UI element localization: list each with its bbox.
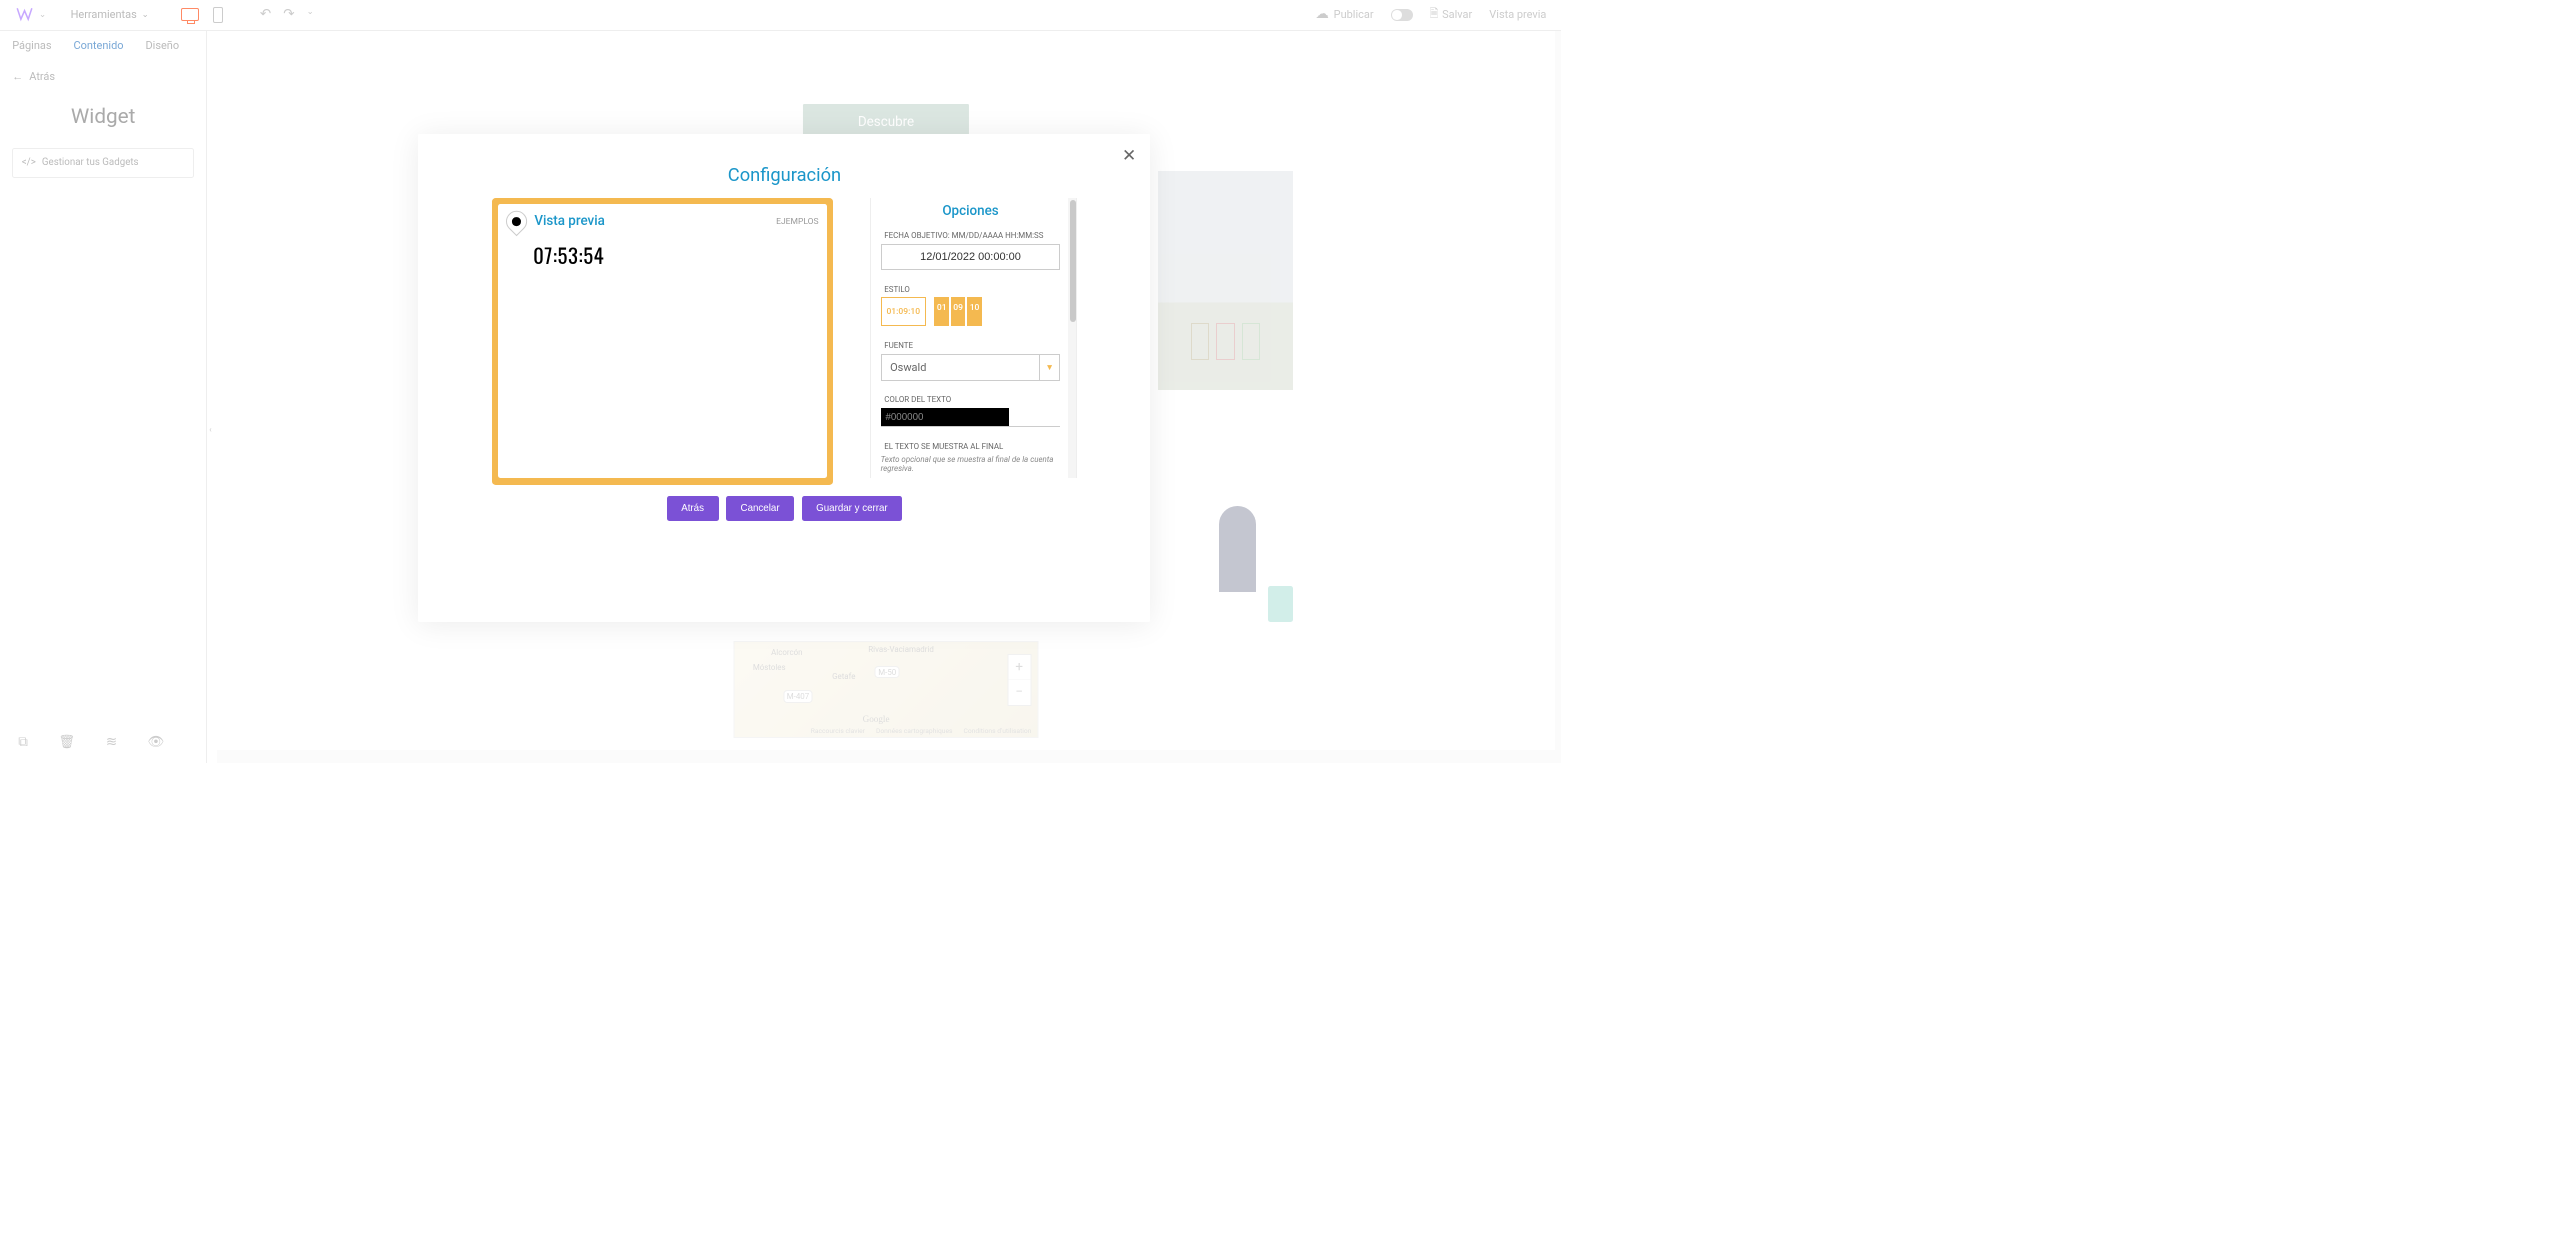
panel-collapse-handle[interactable]: ‹ [207,415,213,446]
end-text-group: EL TEXTO SE MUESTRA AL FINAL Texto opcio… [881,442,1061,473]
save-action[interactable]: 🗎 Salvar [1430,5,1473,24]
target-date-group: FECHA OBJETIVO: MM/DD/AAAA HH:MM:SS [881,231,1061,270]
style-block: 10 [967,297,982,326]
device-switcher [179,4,229,26]
options-scrollbar-thumb[interactable] [1070,200,1076,322]
tab-pages[interactable]: Páginas [12,39,51,52]
options-title: Opciones [881,204,1061,219]
options-scrollbar-track[interactable] [1068,198,1077,479]
text-color-label: COLOR DEL TEXTO [881,395,1061,404]
mobile-view-button[interactable] [207,4,229,26]
style-block: 09 [951,297,966,326]
color-input-row [881,408,1061,427]
history-dropdown-icon[interactable]: ⌄ [307,7,314,22]
end-text-label: EL TEXTO SE MUESTRA AL FINAL [881,442,1061,451]
options-scroll-area: Opciones FECHA OBJETIVO: MM/DD/AAAA HH:M… [871,198,1076,479]
style-options: 01:09:10 01 09 10 [881,297,1061,326]
save-close-button[interactable]: Guardar y cerrar [802,496,903,522]
modal-buttons: Atrás Cancelar Guardar y cerrar [418,496,1150,522]
left-panel-footer: ⧉ 🗑 ≋ 👁 [0,723,206,762]
back-label: Atrás [29,70,55,83]
dropdown-arrow-icon: ▼ [1039,355,1060,380]
style-option-blocks[interactable]: 01 09 10 [934,297,981,326]
undo-icon[interactable]: ↶ [260,7,271,22]
logo-dropdown-icon[interactable]: ⌄ [39,10,46,20]
preview-panel: Vista previa EJEMPLOS 07:53:54 [492,198,834,485]
tools-label: Herramientas [71,8,137,21]
examples-link[interactable]: EJEMPLOS [776,217,819,227]
top-toolbar: ⌄ Herramientas ⌄ ↶ ↷ ⌄ ☁ Publicar 🗎 Salv… [0,0,1561,31]
font-select[interactable]: Oswald ▼ [881,354,1061,381]
tools-menu[interactable]: Herramientas ⌄ [71,8,149,21]
duplicate-icon[interactable]: ⧉ [18,735,28,750]
panel-title: Widget [0,105,206,129]
back-link[interactable]: ← Atrás [0,61,206,94]
preview-link[interactable]: Vista previa [1489,8,1546,21]
modal-title: Configuración [418,134,1150,198]
modal-overlay: ✕ Configuración Vista previa EJEMPLOS 07… [217,31,1561,763]
publish-label: Publicar [1334,8,1374,21]
cancel-button[interactable]: Cancelar [726,496,794,522]
target-date-label: FECHA OBJETIVO: MM/DD/AAAA HH:MM:SS [881,231,1061,240]
back-button[interactable]: Atrás [667,496,719,522]
style-block: 01 [934,297,949,326]
options-panel: Opciones FECHA OBJETIVO: MM/DD/AAAA HH:M… [870,198,1077,479]
left-tabs: Páginas Contenido Diseño [0,31,206,61]
publish-action[interactable]: ☁ Publicar [1315,7,1373,22]
toolbar-right-actions: ☁ Publicar 🗎 Salvar Vista previa [1315,5,1546,24]
undo-redo-group: ↶ ↷ ⌄ [260,7,314,22]
redo-icon[interactable]: ↷ [283,7,294,22]
preview-header: Vista previa EJEMPLOS [498,204,827,239]
preview-label: Vista previa [534,214,605,229]
preview-inner: Vista previa EJEMPLOS 07:53:54 [498,204,827,479]
code-icon: </> [22,157,36,168]
end-text-hint: Texto opcional que se muestra al final d… [881,455,1061,473]
config-modal: ✕ Configuración Vista previa EJEMPLOS 07… [418,134,1150,622]
target-date-input[interactable] [881,244,1061,270]
font-group: FUENTE Oswald ▼ [881,341,1061,381]
desktop-view-button[interactable] [179,4,201,26]
layers-icon[interactable]: ≋ [106,735,117,750]
manage-gadgets-button[interactable]: </> Gestionar tus Gadgets [12,148,194,178]
style-option-plain[interactable]: 01:09:10 [881,297,926,326]
text-color-group: COLOR DEL TEXTO [881,395,1061,427]
left-panel: Páginas Contenido Diseño ← Atrás Widget … [0,31,207,763]
modal-body: Vista previa EJEMPLOS 07:53:54 Opciones … [418,198,1150,485]
color-hex-input[interactable] [881,408,1061,426]
save-label: Salvar [1442,8,1472,21]
cloud-upload-icon: ☁ [1315,7,1328,22]
font-label: FUENTE [881,341,1061,350]
chevron-down-icon: ⌄ [142,10,149,20]
publish-toggle[interactable] [1391,9,1413,21]
close-icon[interactable]: ✕ [1120,146,1138,164]
tab-design[interactable]: Diseño [145,39,179,52]
style-label: ESTILO [881,285,1061,294]
visibility-icon[interactable]: 👁 [148,735,165,750]
trash-icon[interactable]: 🗑 [58,735,75,750]
arrow-left-icon: ← [12,70,23,83]
font-select-value: Oswald [882,355,1039,380]
save-icon: 🗎 [1430,5,1439,24]
countdown-display: 07:53:54 [498,239,827,270]
tab-content[interactable]: Contenido [73,39,123,52]
logo-icon[interactable] [15,5,35,25]
style-group: ESTILO 01:09:10 01 09 10 [881,285,1061,327]
pin-icon [502,207,531,236]
manage-gadgets-label: Gestionar tus Gadgets [42,157,139,168]
